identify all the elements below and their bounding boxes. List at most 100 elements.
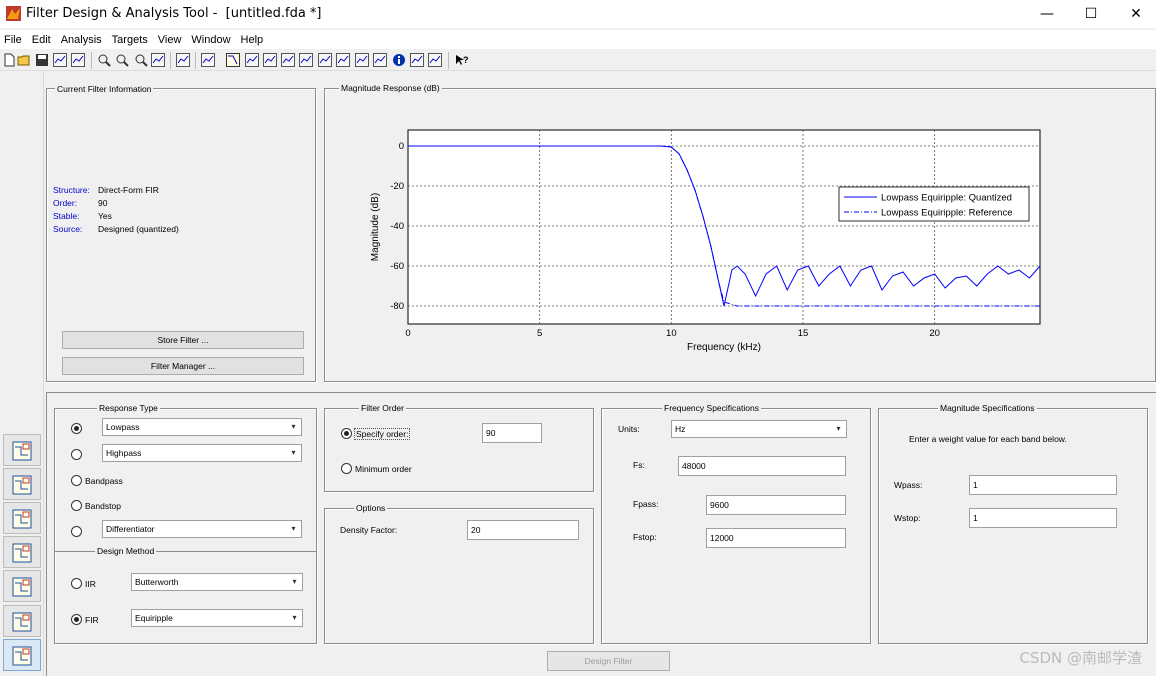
iir-radio[interactable]: [71, 578, 82, 589]
fir-radio[interactable]: [71, 614, 82, 625]
specify-order-radio[interactable]: [341, 428, 352, 439]
bandstop-label: Bandstop: [85, 501, 121, 511]
new-figure-icon[interactable]: [176, 53, 190, 67]
save-icon[interactable]: [35, 53, 49, 67]
structure-label: Structure:: [53, 185, 90, 195]
pole-zero-editor-button[interactable]: [3, 605, 41, 637]
pole-zero-icon[interactable]: [355, 53, 369, 67]
store-filter-button[interactable]: Store Filter ...: [62, 331, 304, 349]
wstop-label: Wstop:: [894, 513, 921, 523]
full-view-icon[interactable]: [151, 53, 165, 67]
order-input[interactable]: 90: [482, 423, 542, 443]
y-axis-label: Magnitude (dB): [370, 193, 381, 261]
density-factor-input[interactable]: 20: [467, 520, 579, 540]
lowpass-select[interactable]: Lowpass ▾: [102, 418, 302, 436]
step-response-icon[interactable]: [336, 53, 350, 67]
quantize-icon: [12, 509, 32, 529]
zoom-in-icon[interactable]: [97, 53, 111, 67]
create-multirate-button[interactable]: [3, 468, 41, 500]
design-filter-button[interactable]: Design Filter: [547, 651, 670, 671]
coefficients-icon[interactable]: [373, 53, 387, 67]
window-title: Filter Design & Analysis Tool - [untitle…: [26, 6, 322, 21]
y-tick-label: -80: [390, 301, 404, 312]
minimum-order-radio[interactable]: [341, 463, 352, 474]
order-value: 90: [98, 198, 108, 208]
fpass-input[interactable]: 9600: [706, 495, 846, 515]
info-icon[interactable]: [392, 53, 406, 67]
open-icon[interactable]: [17, 53, 31, 67]
menu-window[interactable]: Window: [191, 34, 230, 46]
menu-targets[interactable]: Targets: [112, 34, 148, 46]
frequency-specs-title: Frequency Specifications: [662, 403, 761, 413]
import-filter-button[interactable]: [3, 570, 41, 602]
menu-view[interactable]: View: [158, 34, 182, 46]
magnitude-phase-icon[interactable]: [263, 53, 277, 67]
filter-manager-button[interactable]: Filter Manager ...: [62, 357, 304, 375]
wstop-input[interactable]: 1: [969, 508, 1117, 528]
minimize-button[interactable]: —: [1024, 0, 1070, 28]
wpass-input[interactable]: 1: [969, 475, 1117, 495]
differentiator-radio[interactable]: [71, 526, 82, 537]
impulse-response-icon[interactable]: [318, 53, 332, 67]
whats-this-icon[interactable]: ?: [454, 53, 469, 67]
phase-delay-icon[interactable]: [299, 53, 313, 67]
noise-loading-icon[interactable]: [428, 53, 442, 67]
transform-filter-icon: [12, 441, 32, 461]
bandpass-label: Bandpass: [85, 476, 123, 486]
transform-filter-button[interactable]: [3, 434, 41, 466]
structure-value: Direct-Form FIR: [98, 185, 159, 195]
new-icon[interactable]: [2, 53, 16, 67]
print-icon[interactable]: [53, 53, 67, 67]
highpass-select[interactable]: Highpass ▾: [102, 444, 302, 462]
realize-model-button[interactable]: [3, 536, 41, 568]
close-button[interactable]: ✕: [1113, 0, 1156, 28]
toolbar: ?: [0, 50, 1156, 71]
menu-analysis[interactable]: Analysis: [61, 34, 102, 46]
y-tick-label: -40: [390, 221, 404, 232]
magnitude-response-chart[interactable]: 0 5 10 15 20 0 -20 -40 -60 -80 Frequency (kHz) Magn…: [324, 88, 1156, 382]
bandstop-radio[interactable]: [71, 500, 82, 511]
chevron-down-icon: ▾: [292, 613, 297, 622]
quantize-button[interactable]: [3, 502, 41, 534]
zoom-y-icon[interactable]: [134, 53, 148, 67]
print-preview-icon[interactable]: [71, 53, 85, 67]
design-method-title: Design Method: [95, 546, 157, 556]
bandpass-radio[interactable]: [71, 475, 82, 486]
menu-help[interactable]: Help: [241, 34, 264, 46]
source-value: Designed (quantized): [98, 224, 179, 234]
menu-edit[interactable]: Edit: [32, 34, 51, 46]
y-tick-label: -20: [390, 181, 404, 192]
plot-area[interactable]: [407, 129, 1041, 325]
magnitude-response-icon[interactable]: [226, 53, 240, 67]
phase-response-icon[interactable]: [245, 53, 259, 67]
fs-input[interactable]: 48000: [678, 456, 846, 476]
fs-label: Fs:: [633, 460, 645, 470]
quantization-icon[interactable]: [410, 53, 424, 67]
iir-method-select[interactable]: Butterworth ▾: [131, 573, 303, 591]
order-label: Order:: [53, 198, 78, 208]
maximize-button[interactable]: ☐: [1068, 0, 1114, 28]
highpass-radio[interactable]: [71, 449, 82, 460]
realize-model-icon: [12, 543, 32, 563]
fir-method-select[interactable]: Equiripple ▾: [131, 609, 303, 627]
design-filter-button[interactable]: [3, 639, 41, 671]
fstop-input[interactable]: 12000: [706, 528, 846, 548]
filter-order-panel: Filter Order Specify order: 90 Minimum o…: [324, 403, 594, 492]
units-label: Units:: [618, 424, 640, 434]
fir-method-value: Equiripple: [135, 613, 173, 623]
sidebar: [0, 72, 44, 676]
title-bar: Filter Design & Analysis Tool - [untitle…: [0, 0, 1156, 28]
group-delay-icon[interactable]: [281, 53, 295, 67]
magnitude-specs-title: Magnitude Specifications: [938, 403, 1037, 413]
lowpass-radio[interactable]: [71, 423, 82, 434]
svg-text:?: ?: [463, 55, 468, 65]
differentiator-select[interactable]: Differentiator ▾: [102, 520, 302, 538]
x-tick-label: 5: [537, 328, 542, 339]
response-type-panel: Response Type Lowpass ▾ Highpass ▾ Bandpas…: [54, 403, 317, 644]
full-view-analysis-icon[interactable]: [201, 53, 215, 67]
units-select[interactable]: Hz ▾: [671, 420, 847, 438]
y-tick-label: 0: [399, 141, 404, 152]
zoom-x-icon[interactable]: [115, 53, 129, 67]
chevron-down-icon: ▾: [292, 577, 297, 586]
menu-file[interactable]: File: [4, 34, 22, 46]
